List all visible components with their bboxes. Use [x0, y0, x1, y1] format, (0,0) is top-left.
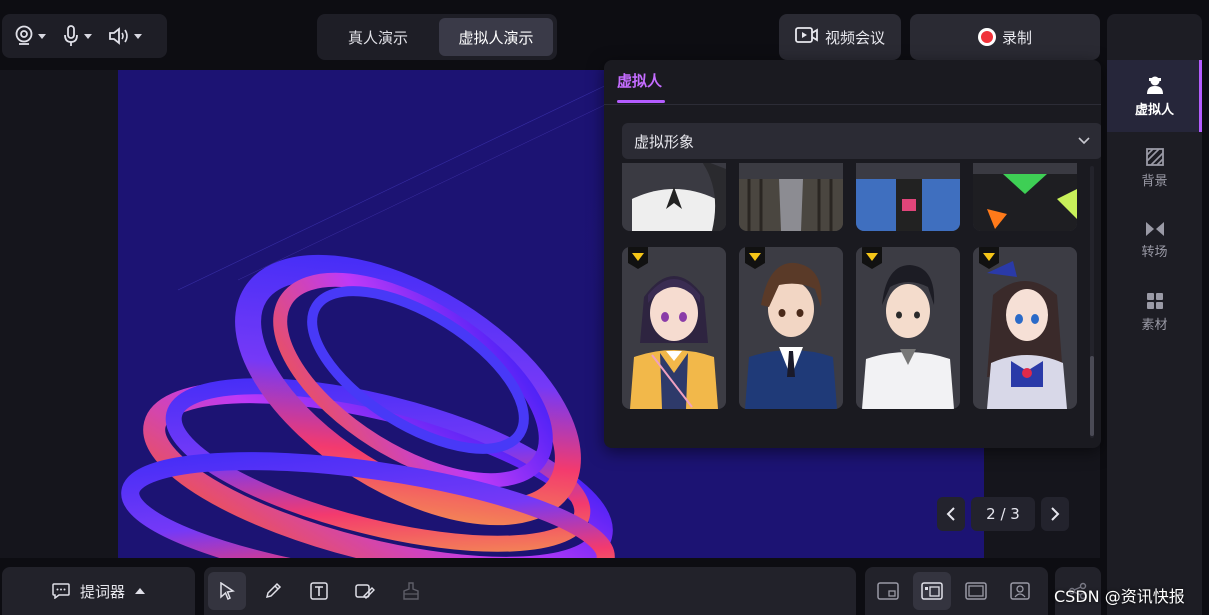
prev-page-button[interactable]	[937, 497, 965, 531]
chevron-left-icon	[946, 507, 955, 521]
premium-diamond-icon	[862, 247, 882, 269]
layout-pip-large-button[interactable]	[913, 572, 951, 610]
cursor-icon	[220, 582, 235, 600]
page-navigator: 2 / 3	[937, 497, 1070, 531]
teleprompter-button[interactable]: 提词器	[2, 567, 195, 615]
watermark-text: CSDN @资讯快报	[1054, 587, 1185, 606]
chevron-right-icon	[1051, 507, 1060, 521]
active-tab-indicator	[617, 100, 665, 103]
speaker-selector[interactable]	[104, 14, 146, 58]
scrollbar-thumb[interactable]	[1090, 356, 1094, 436]
avatar-card-black-hair-shirt-boy[interactable]	[856, 247, 960, 409]
broom-icon	[403, 582, 419, 600]
sidebar-item-background[interactable]: 背景	[1107, 132, 1202, 204]
chevron-down-icon	[38, 33, 46, 39]
panel-tabbar: 虚拟人	[604, 60, 1101, 105]
sidebar-item-label: 转场	[1141, 244, 1168, 260]
premium-diamond-icon	[979, 247, 999, 269]
background-icon	[1145, 147, 1164, 166]
text-tool-button[interactable]	[300, 572, 338, 610]
chat-bubble-icon	[52, 583, 70, 599]
record-icon	[977, 28, 996, 46]
sidebar-item-label: 背景	[1141, 173, 1168, 189]
tab-virtual-person[interactable]: 虚拟人演示	[439, 18, 553, 56]
video-camera-icon	[795, 26, 819, 48]
avatar-icon	[1146, 76, 1163, 94]
sidebar-item-label: 素材	[1141, 317, 1168, 333]
device-controls	[2, 14, 167, 58]
page-indicator: 2 / 3	[970, 497, 1036, 531]
teleprompter-label: 提词器	[79, 582, 125, 601]
layout-switcher	[865, 567, 1048, 615]
avatar-panel: 虚拟人 虚拟形象	[604, 60, 1101, 448]
presentation-mode-switch: 真人演示 虚拟人演示	[317, 14, 557, 60]
webcam-selector[interactable]	[10, 14, 50, 58]
tab-virtual-human[interactable]: 虚拟人	[617, 70, 662, 91]
layout-pip-small-icon	[877, 582, 899, 600]
clear-tool-button[interactable]	[392, 572, 430, 610]
sidebar-item-avatar[interactable]: 虚拟人	[1107, 60, 1202, 132]
avatar-card-hat-dress-girl[interactable]	[973, 247, 1077, 409]
eraser-icon	[355, 584, 375, 599]
layout-pip-large-icon	[921, 582, 943, 600]
record-button[interactable]: 录制	[910, 14, 1100, 60]
avatar-grid	[622, 163, 1084, 425]
speaker-icon	[108, 26, 130, 46]
sidebar-item-assets[interactable]: 素材	[1107, 276, 1202, 348]
layout-pip-small-button[interactable]	[869, 572, 907, 610]
microphone-icon	[62, 25, 80, 47]
pen-tool-button[interactable]	[254, 572, 292, 610]
video-conference-label: 视频会议	[824, 28, 885, 47]
premium-diamond-icon	[745, 247, 765, 269]
panel-scrollbar[interactable]	[1090, 166, 1094, 438]
avatar-card-purple-hair-schoolgirl[interactable]	[622, 247, 726, 409]
layout-screen-only-icon	[965, 582, 987, 600]
avatar-card-striped-jacket[interactable]	[739, 163, 843, 231]
pen-icon	[265, 582, 282, 599]
assets-icon	[1146, 292, 1163, 309]
microphone-selector[interactable]	[58, 14, 96, 58]
video-conference-button[interactable]: 视频会议	[779, 14, 901, 60]
chevron-down-icon	[134, 33, 142, 39]
select-tool-button[interactable]	[208, 572, 246, 610]
sidebar-item-label: 虚拟人	[1134, 102, 1174, 118]
avatar-category-select[interactable]: 虚拟形象	[622, 123, 1101, 159]
avatar-category-value: 虚拟形象	[634, 132, 695, 151]
eraser-tool-button[interactable]	[346, 572, 384, 610]
webcam-icon	[14, 25, 34, 47]
layout-person-only-icon	[1010, 582, 1030, 600]
avatar-card-blue-hoodie[interactable]	[856, 163, 960, 231]
chevron-down-icon	[1078, 137, 1090, 145]
sidebar-item-transition[interactable]: 转场	[1107, 204, 1202, 276]
transition-icon	[1145, 221, 1164, 236]
record-label: 录制	[1001, 28, 1032, 47]
avatar-card-black-green-jacket[interactable]	[973, 163, 1077, 231]
tab-real-person[interactable]: 真人演示	[321, 18, 435, 56]
drawing-toolbar	[204, 567, 856, 615]
avatar-card-bow-blouse-girl[interactable]	[622, 163, 726, 231]
chevron-up-icon	[135, 588, 145, 594]
right-sidebar: 虚拟人 背景 转场 素材	[1107, 14, 1202, 615]
layout-screen-only-button[interactable]	[957, 572, 995, 610]
avatar-card-brown-hair-blazer-boy[interactable]	[739, 247, 843, 409]
layout-person-only-button[interactable]	[1001, 572, 1039, 610]
premium-diamond-icon	[628, 247, 648, 269]
text-box-icon	[310, 582, 328, 600]
next-page-button[interactable]	[1041, 497, 1070, 531]
chevron-down-icon	[84, 33, 92, 39]
